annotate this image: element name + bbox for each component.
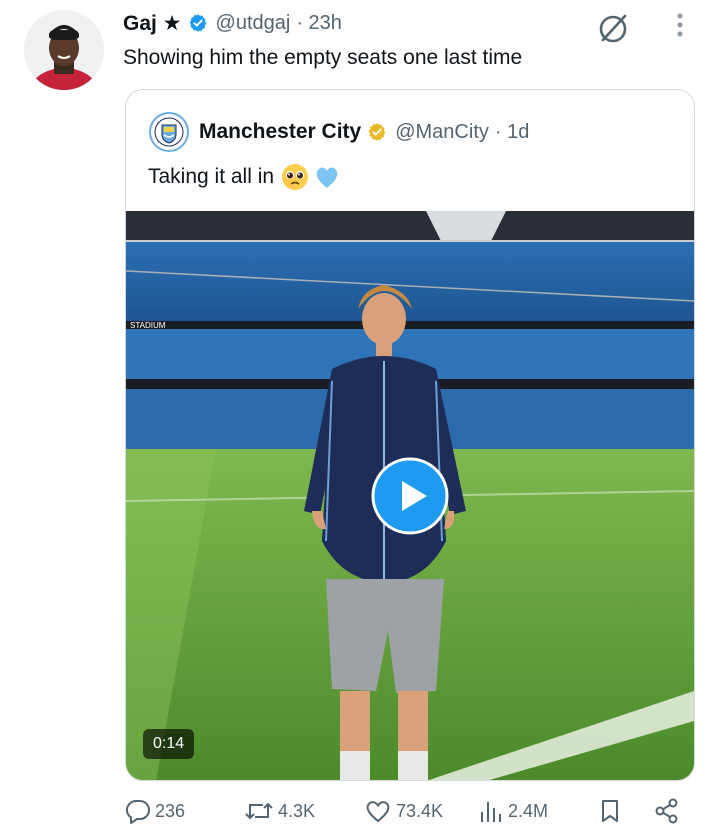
play-button[interactable] <box>371 457 449 535</box>
views-count: 2.4M <box>508 800 549 821</box>
like-button[interactable]: 73.4K <box>364 798 443 824</box>
bookmark-icon <box>602 800 618 822</box>
reply-icon <box>125 799 150 824</box>
like-count: 73.4K <box>396 800 444 821</box>
views-icon <box>481 802 501 822</box>
repost-icon <box>245 802 273 820</box>
quoted-tweet-header: Manchester City @ManCity · 1d <box>149 112 529 152</box>
quoted-author-handle[interactable]: @ManCity <box>395 121 489 144</box>
pleading-face-icon <box>282 164 309 190</box>
video-player[interactable]: STADIUM 0:14 <box>126 211 694 780</box>
repost-count: 4.3K <box>278 800 316 821</box>
gold-verified-badge-icon <box>367 122 387 142</box>
avatar-image <box>24 10 104 90</box>
tweet-time[interactable]: · 23h <box>296 12 342 35</box>
action-bar: 236 4.3K 73.4K 2.4M <box>0 798 720 834</box>
quoted-tweet-text-row: Taking it all in <box>148 162 342 192</box>
grok-icon[interactable] <box>596 12 630 51</box>
reply-count: 236 <box>155 800 186 821</box>
author-avatar[interactable] <box>24 10 104 90</box>
share-icon <box>655 798 678 824</box>
emoji-group <box>280 162 342 192</box>
quoted-tweet-text: Taking it all in <box>148 165 275 188</box>
light-blue-heart-icon <box>316 167 338 188</box>
reply-button[interactable]: 236 <box>125 798 185 824</box>
man-city-logo-icon[interactable] <box>149 112 189 152</box>
more-vertical-icon[interactable] <box>670 10 690 45</box>
quoted-author-name[interactable]: Manchester City <box>199 120 361 144</box>
quoted-tweet-time[interactable]: · 1d <box>495 121 529 144</box>
quoted-tweet[interactable]: Manchester City @ManCity · 1d Taking it … <box>125 89 695 781</box>
tweet-text: Showing him the empty seats one last tim… <box>123 46 523 69</box>
stadium-sign: STADIUM <box>130 321 166 330</box>
author-handle[interactable]: @utdgaj <box>216 12 291 35</box>
share-button[interactable] <box>654 798 680 824</box>
bookmark-button[interactable] <box>598 798 622 824</box>
verified-badge-icon <box>188 13 208 33</box>
tweet-header: Gaj ★ @utdgaj · 23h <box>123 8 342 38</box>
repost-button[interactable]: 4.3K <box>244 798 315 824</box>
video-duration: 0:14 <box>143 729 195 759</box>
views-button[interactable]: 2.4M <box>478 798 548 824</box>
author-name[interactable]: Gaj ★ <box>123 11 182 36</box>
play-icon <box>371 457 449 535</box>
heart-icon <box>366 801 390 823</box>
